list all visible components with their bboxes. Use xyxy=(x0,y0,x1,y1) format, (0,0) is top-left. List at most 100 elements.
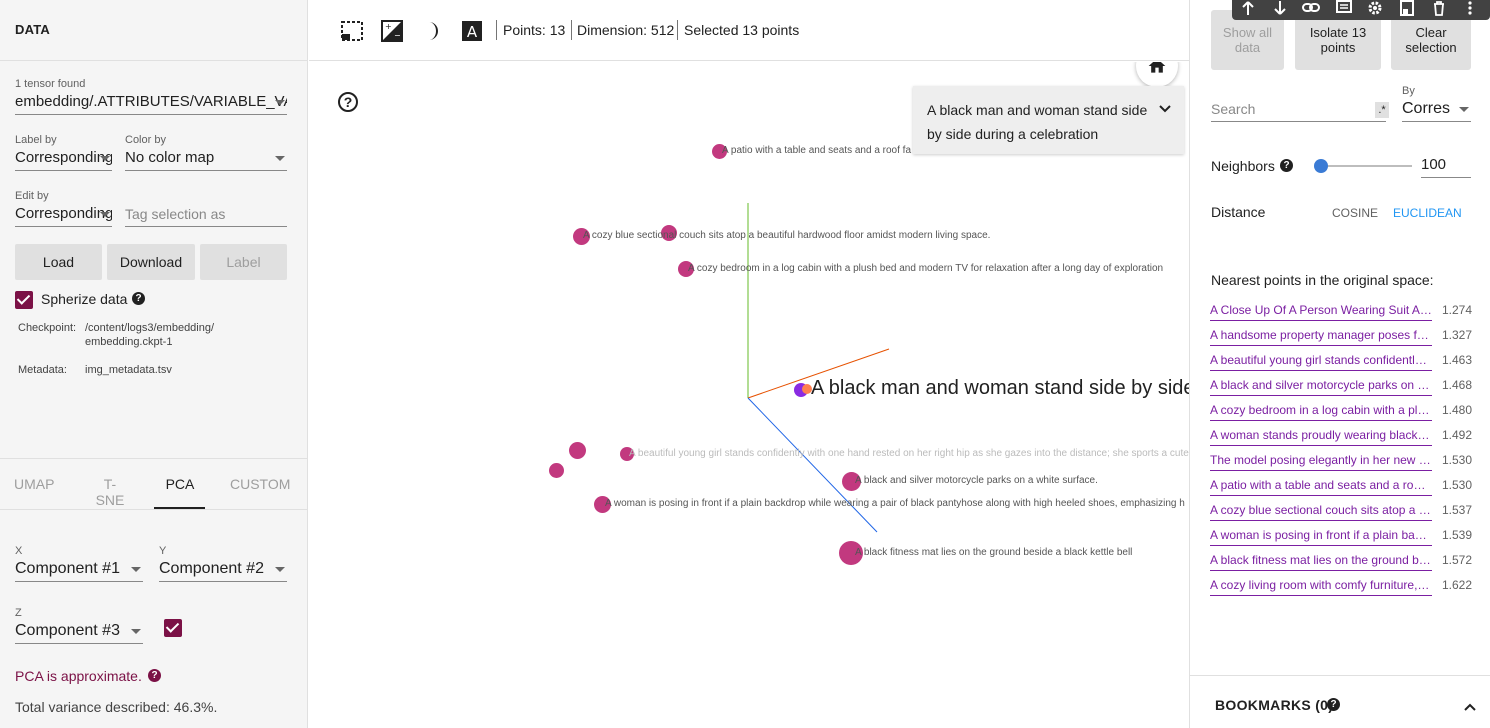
svg-text:+: + xyxy=(385,22,392,31)
bookmarks-header[interactable]: BOOKMARKS (0) xyxy=(1215,697,1333,713)
nearest-point-link[interactable]: A Close Up Of A Person Wearing Suit And … xyxy=(1210,303,1432,321)
floating-toolbar xyxy=(1232,0,1490,20)
help-icon[interactable]: ? xyxy=(338,92,358,112)
divider xyxy=(1190,675,1490,676)
arrow-down-icon[interactable] xyxy=(1272,0,1288,16)
select-region-icon[interactable] xyxy=(340,19,364,43)
x-component-select[interactable]: Component #1 xyxy=(15,558,143,582)
label-by-select[interactable]: Corresponding xyxy=(15,147,112,171)
home-icon xyxy=(1148,62,1166,73)
load-button[interactable]: Load xyxy=(15,244,102,280)
tag-selection-input[interactable]: Tag selection as xyxy=(125,203,287,227)
nearest-point-distance: 1.572 xyxy=(1441,553,1472,567)
data-point[interactable] xyxy=(549,463,564,478)
divider xyxy=(0,60,308,61)
help-icon[interactable]: ? xyxy=(1327,698,1340,711)
chevron-down-icon xyxy=(100,212,110,217)
nearest-point-link[interactable]: A black and silver motorcycle parks on a… xyxy=(1210,378,1432,396)
nearest-point-distance: 1.530 xyxy=(1441,478,1472,492)
y-component-value: Component #2 xyxy=(159,560,264,577)
nearest-point-link[interactable]: A cozy bedroom in a log cabin with a plu… xyxy=(1210,403,1432,421)
nearest-point-link[interactable]: A patio with a table and seats and a roo… xyxy=(1210,478,1432,496)
nearest-point-distance: 1.327 xyxy=(1441,328,1472,342)
nearest-point-item[interactable]: A woman is posing in front if a plain ba… xyxy=(1210,528,1472,550)
edit-by-select[interactable]: Corresponding xyxy=(15,203,112,227)
link-icon[interactable] xyxy=(1302,0,1320,16)
nearest-point-distance: 1.463 xyxy=(1441,353,1472,367)
nearest-point-item[interactable]: The model posing elegantly in her new ou… xyxy=(1210,453,1472,475)
selected-point-dropdown[interactable]: A black man and woman stand side by side… xyxy=(913,86,1184,154)
gear-icon[interactable] xyxy=(1367,0,1383,16)
chevron-up-icon[interactable] xyxy=(1463,702,1477,712)
projection-canvas[interactable]: ? A black man and woman stand side by si… xyxy=(309,62,1189,728)
point-label: A patio with a table and seats and a roo… xyxy=(722,145,912,156)
regex-toggle[interactable]: .* xyxy=(1375,102,1389,118)
tab-umap[interactable]: UMAP xyxy=(14,476,54,492)
search-input[interactable]: Search xyxy=(1211,98,1386,122)
more-vert-icon[interactable] xyxy=(1466,0,1474,16)
divider xyxy=(0,458,308,459)
label-button[interactable]: Label xyxy=(200,244,287,280)
help-icon[interactable]: ? xyxy=(148,669,161,682)
night-mode-contrast-icon[interactable]: + − xyxy=(380,19,404,43)
nearest-point-link[interactable]: A cozy living room with comfy furniture,… xyxy=(1210,578,1432,596)
neighbors-slider-track[interactable] xyxy=(1313,159,1412,173)
spherize-checkbox[interactable] xyxy=(15,291,33,309)
nearest-point-item[interactable]: A cozy living room with comfy furniture,… xyxy=(1210,578,1472,600)
nearest-point-link[interactable]: A beautiful young girl stands confidentl… xyxy=(1210,353,1432,371)
cosine-option[interactable]: COSINE xyxy=(1332,206,1378,220)
label-by-caption: Label by xyxy=(15,134,57,146)
distance-label: Distance xyxy=(1211,204,1266,220)
nearest-point-item[interactable]: A patio with a table and seats and a roo… xyxy=(1210,478,1472,500)
nearest-point-link[interactable]: A black fitness mat lies on the ground b… xyxy=(1210,553,1432,571)
point-label: A cozy bedroom in a log cabin with a plu… xyxy=(688,263,1164,274)
chevron-down-icon xyxy=(100,156,110,161)
nearest-point-link[interactable]: A woman is posing in front if a plain ba… xyxy=(1210,528,1432,546)
tab-custom[interactable]: CUSTOM xyxy=(230,476,290,492)
nearest-point-link[interactable]: A cozy blue sectional couch sits atop a … xyxy=(1210,503,1432,521)
neighbors-input[interactable]: 100 xyxy=(1421,154,1471,178)
search-by-value: Corres xyxy=(1402,100,1451,117)
nearest-point-link[interactable]: A woman stands proudly wearing black pan… xyxy=(1210,428,1432,446)
nearest-point-item[interactable]: A woman stands proudly wearing black pan… xyxy=(1210,428,1472,450)
nearest-point-link[interactable]: The model posing elegantly in her new ou… xyxy=(1210,453,1432,471)
dark-mode-moon-icon[interactable] xyxy=(420,19,444,43)
nearest-point-item[interactable]: A black fitness mat lies on the ground b… xyxy=(1210,553,1472,575)
svg-text:A: A xyxy=(467,23,478,41)
delete-icon[interactable] xyxy=(1431,0,1447,16)
color-by-caption: Color by xyxy=(125,134,166,146)
z-axis-line xyxy=(747,397,878,533)
tab-pca[interactable]: PCA xyxy=(155,476,205,492)
arrow-up-icon[interactable] xyxy=(1240,0,1256,16)
nearest-point-item[interactable]: A Close Up Of A Person Wearing Suit And … xyxy=(1210,303,1472,325)
nearest-point-distance: 1.492 xyxy=(1441,428,1472,442)
edit-by-caption: Edit by xyxy=(15,190,49,202)
tab-tsne[interactable]: T-SNE xyxy=(90,476,130,508)
data-point[interactable] xyxy=(569,442,586,459)
comment-icon[interactable] xyxy=(1336,0,1352,16)
nearest-point-link[interactable]: A handsome property manager poses for a … xyxy=(1210,328,1432,346)
x-caption: X xyxy=(15,545,23,557)
chevron-down-icon xyxy=(131,629,141,634)
euclidean-option[interactable]: EUCLIDEAN xyxy=(1393,206,1462,220)
nearest-point-item[interactable]: A cozy blue sectional couch sits atop a … xyxy=(1210,503,1472,525)
nearest-point-item[interactable]: A black and silver motorcycle parks on a… xyxy=(1210,378,1472,400)
metadata-file: img_metadata.tsv xyxy=(85,364,172,376)
nearest-point-item[interactable]: A cozy bedroom in a log cabin with a plu… xyxy=(1210,403,1472,425)
z-component-select[interactable]: Component #3 xyxy=(15,620,143,644)
nearest-point-item[interactable]: A beautiful young girl stands confidentl… xyxy=(1210,353,1472,375)
download-button[interactable]: Download xyxy=(107,244,195,280)
mirror-cell-icon[interactable] xyxy=(1399,0,1415,16)
z-enabled-checkbox[interactable] xyxy=(164,619,182,637)
chevron-down-icon xyxy=(131,567,141,572)
neighbors-slider-thumb[interactable] xyxy=(1313,159,1328,173)
tensor-select[interactable]: embedding/.ATTRIBUTES/VARIABLE_VALUE xyxy=(15,91,287,115)
nearest-point-item[interactable]: A handsome property manager poses for a … xyxy=(1210,328,1472,350)
search-by-select[interactable]: Corres xyxy=(1402,98,1471,122)
help-icon[interactable]: ? xyxy=(132,292,145,305)
help-icon[interactable]: ? xyxy=(1280,159,1293,172)
y-component-select[interactable]: Component #2 xyxy=(159,558,287,582)
label-text-icon[interactable]: A xyxy=(460,19,484,43)
nearest-point-distance: 1.622 xyxy=(1441,578,1472,592)
color-by-select[interactable]: No color map xyxy=(125,147,287,171)
